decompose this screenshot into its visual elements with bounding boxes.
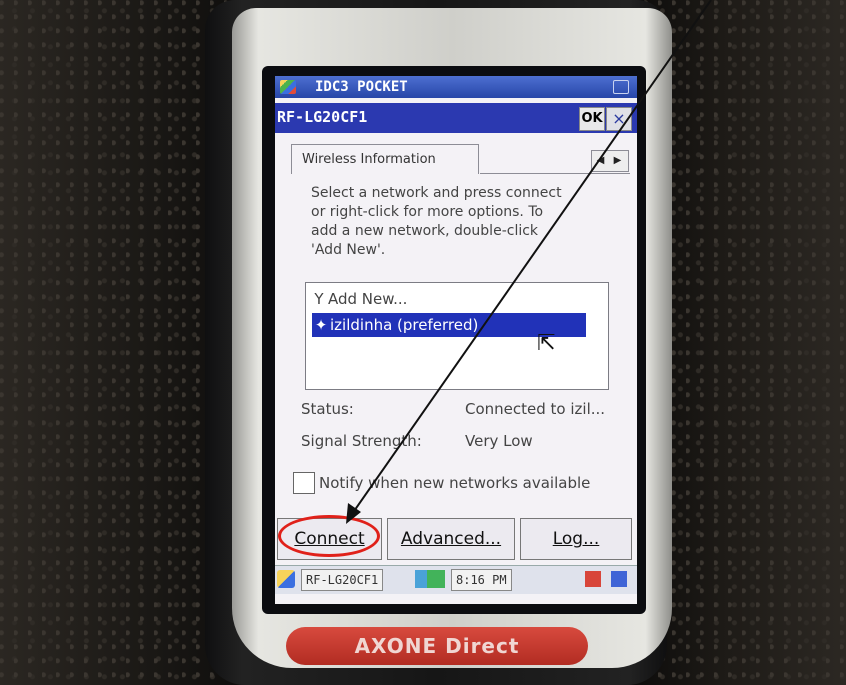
brand-logo: AXONE Direct <box>354 634 520 658</box>
brand-plate: AXONE Direct <box>286 627 588 665</box>
arrow-line <box>351 0 712 515</box>
arrow-head <box>346 503 361 524</box>
callout-arrow <box>346 0 712 524</box>
